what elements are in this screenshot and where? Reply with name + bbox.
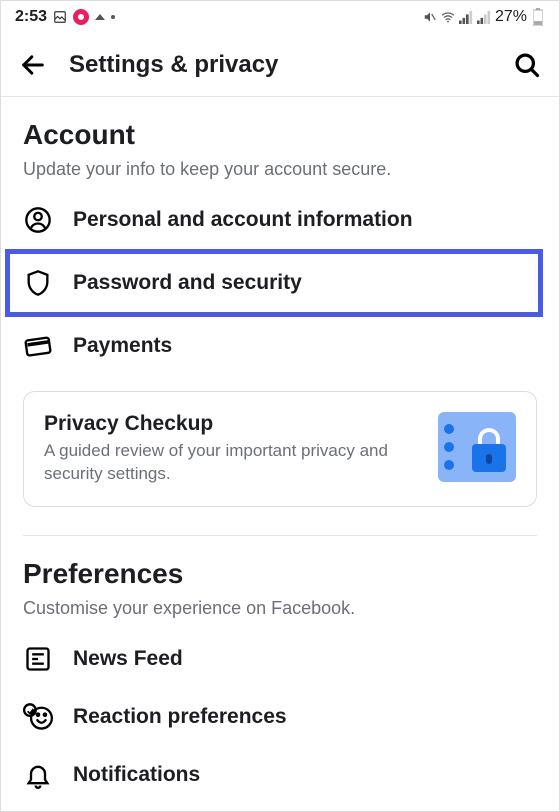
section-account-subtitle: Update your info to keep your account se… (23, 157, 537, 181)
signal-icon-2 (477, 10, 491, 24)
shield-icon (23, 268, 53, 298)
section-preferences-subtitle: Customise your experience on Facebook. (23, 596, 537, 620)
signal-icon (459, 10, 473, 24)
person-icon (23, 205, 53, 235)
section-account-title: Account (23, 119, 537, 151)
battery-percent: 27% (495, 8, 527, 26)
bell-icon (23, 760, 53, 790)
app-badge-icon (73, 9, 89, 25)
item-personal-info-label: Personal and account information (73, 208, 413, 232)
app-header: Settings & privacy (1, 33, 559, 97)
search-icon[interactable] (513, 51, 541, 79)
item-notifications-label: Notifications (73, 763, 200, 787)
lock-keyhole-icon (486, 454, 492, 464)
clock: 2:53 (15, 8, 47, 26)
privacy-card-subtitle: A guided review of your important privac… (44, 440, 424, 486)
item-password-security-label: Password and security (73, 271, 302, 295)
gallery-icon (53, 10, 67, 24)
status-bar: 2:53 27% (1, 1, 559, 33)
item-password-security[interactable]: Password and security (5, 249, 543, 317)
check-dot-icon (444, 442, 454, 452)
privacy-card-text: Privacy Checkup A guided review of your … (44, 412, 424, 486)
item-reaction-prefs-label: Reaction preferences (73, 705, 287, 729)
back-arrow-icon[interactable] (19, 51, 47, 79)
item-payments-label: Payments (73, 334, 172, 358)
mute-icon (423, 10, 437, 24)
item-payments[interactable]: Payments (23, 317, 537, 375)
check-dot-icon (444, 424, 454, 434)
privacy-card-graphic (438, 412, 516, 482)
item-news-feed-label: News Feed (73, 647, 183, 671)
item-personal-info[interactable]: Personal and account information (23, 191, 537, 249)
item-notifications[interactable]: Notifications (23, 746, 537, 804)
status-right: 27% (423, 8, 545, 26)
check-dot-icon (444, 460, 454, 470)
wifi-icon (441, 10, 455, 24)
section-preferences-title: Preferences (23, 558, 537, 590)
card-icon (23, 331, 53, 361)
reaction-icon (23, 702, 53, 732)
newsfeed-icon (23, 644, 53, 674)
page-title: Settings & privacy (69, 51, 491, 79)
battery-icon (531, 10, 545, 24)
privacy-checkup-card[interactable]: Privacy Checkup A guided review of your … (23, 391, 537, 507)
status-left: 2:53 (15, 8, 115, 26)
section-account: Account Update your info to keep your ac… (1, 97, 559, 375)
dot-icon (111, 15, 115, 19)
caret-up-icon (95, 14, 105, 20)
item-reaction-prefs[interactable]: Reaction preferences (23, 688, 537, 746)
item-news-feed[interactable]: News Feed (23, 630, 537, 688)
section-preferences: Preferences Customise your experience on… (1, 536, 559, 804)
privacy-card-title: Privacy Checkup (44, 412, 424, 436)
